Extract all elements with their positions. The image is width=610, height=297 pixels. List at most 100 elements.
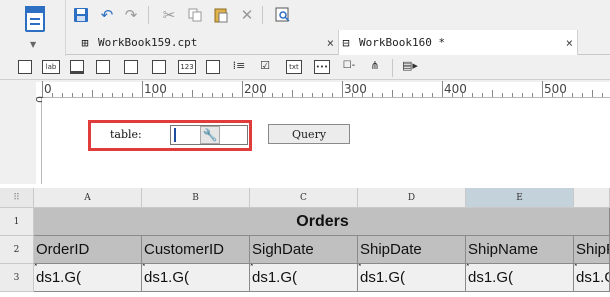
grid-add-icon: ⊞: [81, 35, 89, 50]
ruler-label: 200: [244, 82, 267, 96]
ruler-tick: [62, 93, 63, 97]
text-label-widget-icon[interactable]: lab: [42, 60, 60, 74]
data-cell[interactable]: *ds1.G(: [142, 264, 250, 292]
ruler-tick: [192, 90, 193, 97]
password-widget-icon[interactable]: •••: [314, 60, 330, 74]
paste-icon[interactable]: [210, 4, 232, 26]
header-cell[interactable]: OrderID: [34, 236, 142, 264]
ruler-tick: [182, 93, 183, 97]
ruler-tick: [512, 93, 513, 97]
ruler-tick: [422, 93, 423, 97]
tab-workbook160[interactable]: ⊟ WorkBook160 * ×: [338, 30, 578, 55]
column-header-a[interactable]: A: [34, 188, 142, 208]
column-header-f[interactable]: [574, 188, 610, 208]
header-cell[interactable]: SighDate: [250, 236, 358, 264]
ruler-tick: [242, 81, 243, 97]
header-cell[interactable]: ShipDate: [358, 236, 466, 264]
ruler-tick: [332, 93, 333, 97]
ruler-tick: [272, 93, 273, 97]
ruler-tick: [492, 90, 493, 97]
redo-icon[interactable]: ↷: [120, 4, 142, 26]
close-icon[interactable]: ×: [327, 36, 334, 50]
column-header-c[interactable]: C: [250, 188, 358, 208]
ruler-tick: [112, 93, 113, 97]
header-cell[interactable]: ShipP: [574, 236, 610, 264]
radio-widget-icon[interactable]: ⁞≡: [232, 60, 246, 74]
data-cell[interactable]: *ds1.G(: [358, 264, 466, 292]
tab-workbook159[interactable]: ⊞ WorkBook159.cpt ×: [78, 30, 338, 55]
ruler-tick: [432, 93, 433, 97]
copy-icon[interactable]: [184, 4, 206, 26]
column-header-d[interactable]: D: [358, 188, 466, 208]
wrench-icon[interactable]: 🔧: [200, 126, 220, 144]
button-widget-icon[interactable]: [124, 60, 138, 74]
data-cell-text: ds1.G(: [468, 269, 514, 286]
label-widget-icon[interactable]: [18, 60, 32, 74]
ruler-tick: [482, 93, 483, 97]
grid-icon: ⊟: [342, 35, 350, 50]
ruler-tick: [172, 93, 173, 97]
textfield-widget-icon[interactable]: [70, 60, 84, 74]
ruler-label: 300: [344, 82, 367, 96]
row-header-2[interactable]: 2: [0, 236, 34, 264]
preview-icon[interactable]: [272, 4, 294, 26]
ruler-tick: [292, 90, 293, 97]
data-cell[interactable]: *ds1.G(: [34, 264, 142, 292]
column-header-e[interactable]: E: [466, 188, 574, 208]
ruler-tick: [222, 93, 223, 97]
ruler-tick: [532, 93, 533, 97]
expand-marker-icon: *: [142, 264, 146, 271]
data-cell-text: ds1.G(: [144, 269, 190, 286]
ruler-tick: [592, 90, 593, 97]
tab-label: WorkBook160 *: [359, 36, 446, 49]
expand-marker-icon: *: [574, 264, 578, 271]
tree-widget-icon[interactable]: ⋔: [368, 60, 382, 74]
ruler-tick: [392, 90, 393, 97]
save-icon[interactable]: [70, 4, 92, 26]
ruler-tick: [72, 93, 73, 97]
undo-icon[interactable]: ↶: [96, 4, 118, 26]
list-widget-icon[interactable]: [206, 60, 220, 74]
title-cell[interactable]: Orders: [34, 208, 610, 236]
header-cell[interactable]: ShipName: [466, 236, 574, 264]
ruler-tick: [382, 93, 383, 97]
grid-corner[interactable]: ⠿: [0, 188, 34, 208]
data-cell[interactable]: *ds1.G(: [574, 264, 610, 292]
data-cell[interactable]: *ds1.G(: [466, 264, 574, 292]
number-widget-icon[interactable]: 123: [178, 60, 196, 74]
ruler-tick: [92, 90, 93, 97]
dropdown-widget-icon[interactable]: [96, 60, 110, 74]
delete-icon[interactable]: ✕: [236, 4, 258, 26]
checkbox-widget-icon[interactable]: ☑: [258, 60, 272, 74]
horizontal-ruler: 0 100 200 300 400 500: [36, 81, 610, 98]
expand-marker-icon: *: [34, 264, 38, 271]
ruler-tick: [52, 93, 53, 97]
data-cell-text: ds1.G(: [576, 269, 609, 286]
more-widgets-icon[interactable]: ▤▸: [402, 60, 418, 74]
row-header-3[interactable]: 3: [0, 264, 34, 292]
ruler-tick: [322, 93, 323, 97]
header-cell[interactable]: CustomerID: [142, 236, 250, 264]
column-header-b[interactable]: B: [142, 188, 250, 208]
data-cell[interactable]: *ds1.G(: [250, 264, 358, 292]
checkbox-group-icon[interactable]: ☐-: [342, 60, 356, 74]
grid-widget-icon[interactable]: [152, 60, 166, 74]
row-header-1[interactable]: 1: [0, 208, 34, 236]
ruler-tick: [312, 93, 313, 97]
textarea-widget-icon[interactable]: txt: [286, 60, 302, 74]
ruler-label: 500: [544, 82, 567, 96]
expand-marker-icon: *: [466, 264, 470, 271]
ruler-tick: [402, 93, 403, 97]
table-parameter-label: table:: [110, 128, 142, 141]
ruler-label: 0: [44, 82, 52, 96]
query-button[interactable]: Query: [268, 124, 350, 144]
cut-icon[interactable]: ✂: [158, 4, 180, 26]
data-cell-text: ds1.G(: [36, 269, 82, 286]
data-cell-text: ds1.G(: [360, 269, 406, 286]
ruler-tick: [302, 93, 303, 97]
data-cell-text: ds1.G(: [252, 269, 298, 286]
close-icon[interactable]: ×: [566, 36, 573, 50]
ruler-tick: [202, 93, 203, 97]
ruler-tick: [442, 81, 443, 97]
app-menu-button[interactable]: ▼: [0, 0, 66, 58]
